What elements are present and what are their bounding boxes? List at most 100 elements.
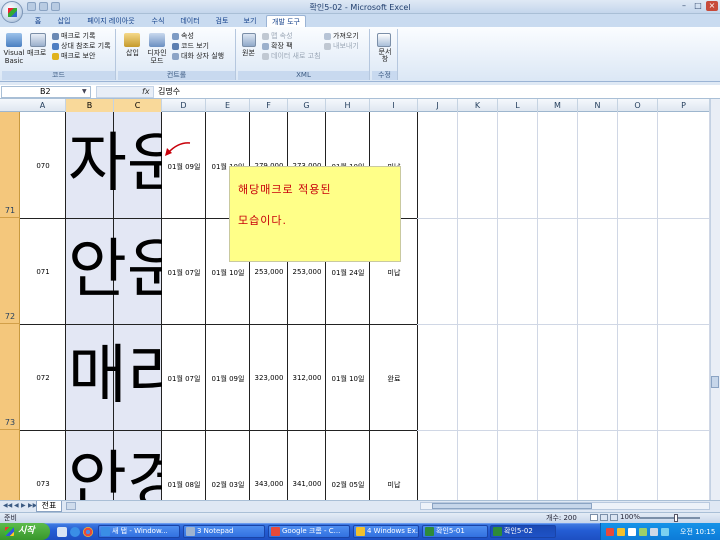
close-button[interactable]: ×	[706, 1, 718, 11]
row-header[interactable]: 73	[0, 324, 20, 430]
macro-security-button[interactable]: 매크로 보안	[61, 52, 95, 61]
horizontal-scroll-thumb[interactable]	[432, 503, 592, 509]
column-header-m[interactable]: M	[538, 99, 578, 112]
zoom-level[interactable]: 100%	[620, 513, 640, 521]
page-layout-view-icon[interactable]	[600, 514, 608, 521]
xml-source-button[interactable]: 원본	[242, 49, 255, 58]
row-header[interactable]: 72	[0, 218, 20, 324]
column-header-e[interactable]: E	[206, 99, 250, 112]
cell-id[interactable]: 072	[20, 374, 66, 382]
properties-button[interactable]: 속성	[181, 32, 194, 41]
undo-icon[interactable]	[39, 2, 48, 11]
cell-date-h[interactable]: 02월 05일	[326, 480, 370, 490]
column-header-c[interactable]: C	[114, 99, 162, 112]
tab-formulas[interactable]: 수식	[146, 15, 170, 27]
cell-name-large[interactable]: 안경	[68, 442, 162, 500]
cell-status-i[interactable]: 미납	[370, 268, 418, 278]
row-header[interactable]: 71	[0, 112, 20, 218]
map-properties-button[interactable]: 맵 속성	[271, 32, 293, 41]
taskbar-button[interactable]: 4 Windows Ex...	[353, 525, 419, 538]
zoom-slider[interactable]	[640, 517, 700, 519]
column-header-h[interactable]: H	[326, 99, 370, 112]
taskbar-button[interactable]: Google 크롬 - C...	[268, 525, 350, 538]
tab-page-layout[interactable]: 페이지 레이아웃	[80, 15, 142, 27]
import-button[interactable]: 가져오기	[333, 32, 359, 41]
cell-name-large[interactable]: 안운	[68, 230, 162, 310]
column-header-f[interactable]: F	[250, 99, 288, 112]
cell-amount-f[interactable]: 323,000	[250, 374, 288, 382]
tab-developer[interactable]: 개발 도구	[266, 15, 306, 27]
column-header-p[interactable]: P	[658, 99, 710, 112]
name-box[interactable]: B2	[1, 86, 91, 98]
tab-view[interactable]: 보기	[238, 15, 262, 27]
normal-view-icon[interactable]	[590, 514, 598, 521]
design-mode-button[interactable]: 디자인 모드	[146, 49, 168, 65]
cell-date-d[interactable]: 01월 07일	[162, 374, 206, 384]
tray-icon[interactable]	[650, 528, 658, 536]
record-macro-button[interactable]: 매크로 기록	[61, 32, 95, 41]
vertical-scrollbar[interactable]	[710, 99, 720, 500]
tray-icon[interactable]	[639, 528, 647, 536]
view-code-button[interactable]: 코드 보기	[181, 42, 209, 51]
cell-status-i[interactable]: 완료	[370, 374, 418, 384]
cell-name-large[interactable]: 자운	[68, 124, 162, 204]
column-header-b[interactable]: B	[66, 99, 114, 112]
vertical-scroll-thumb[interactable]	[711, 376, 719, 388]
column-header-l[interactable]: L	[498, 99, 538, 112]
run-dialog-button[interactable]: 대화 상자 실행	[181, 52, 224, 61]
cell-amount-g[interactable]: 312,000	[288, 374, 326, 382]
show-desktop-icon[interactable]	[57, 527, 67, 537]
column-header-k[interactable]: K	[458, 99, 498, 112]
cell-id[interactable]: 071	[20, 268, 66, 276]
taskbar-button[interactable]: 확인5-02	[490, 525, 556, 538]
cell-date-h[interactable]: 01월 24일	[326, 268, 370, 278]
cell-date-h[interactable]: 01월 10일	[326, 374, 370, 384]
first-sheet-icon[interactable]: ◀◀	[3, 502, 12, 509]
document-panel-button[interactable]: 문서 창	[375, 49, 395, 63]
ime-icon[interactable]	[628, 528, 636, 536]
relative-ref-button[interactable]: 상대 참조로 기록	[61, 42, 111, 51]
column-header-j[interactable]: J	[418, 99, 458, 112]
column-header-g[interactable]: G	[288, 99, 326, 112]
cell-amount-f[interactable]: 343,000	[250, 480, 288, 488]
cell-date-d[interactable]: 01월 08일	[162, 480, 206, 490]
column-header-a[interactable]: A	[20, 99, 66, 112]
network-icon[interactable]	[661, 528, 669, 536]
macro-button[interactable]: 매크로	[27, 49, 46, 58]
insert-control-button[interactable]: 삽입	[126, 49, 139, 58]
tab-data[interactable]: 데이터	[174, 15, 206, 27]
tray-icon[interactable]	[617, 528, 625, 536]
tab-home[interactable]: 홈	[28, 15, 48, 27]
maximize-button[interactable]: □	[692, 1, 704, 11]
column-header-o[interactable]: O	[618, 99, 658, 112]
tab-insert[interactable]: 삽입	[52, 15, 76, 27]
refresh-data-button[interactable]: 데이터 새로 고침	[271, 52, 321, 61]
cell-amount-g[interactable]: 341,000	[288, 480, 326, 488]
save-icon[interactable]	[27, 2, 36, 11]
expansion-packs-button[interactable]: 확장 팩	[271, 42, 293, 51]
cell-name-large[interactable]: 매리	[68, 336, 162, 416]
taskbar-button[interactable]: 새 탭 - Window...	[98, 525, 180, 538]
minimize-button[interactable]: –	[678, 1, 690, 11]
taskbar-button[interactable]: 확인5-01	[422, 525, 488, 538]
tab-review[interactable]: 검토	[210, 15, 234, 27]
cell-id[interactable]: 070	[20, 162, 66, 170]
sheet-tab[interactable]: 전표	[36, 501, 62, 512]
cell-amount-f[interactable]: 253,000	[250, 268, 288, 276]
cell-date-e[interactable]: 02월 03일	[206, 480, 250, 490]
cell-amount-g[interactable]: 253,000	[288, 268, 326, 276]
prev-sheet-icon[interactable]: ◀	[14, 502, 19, 509]
zoom-slider-knob[interactable]	[674, 514, 678, 522]
visual-basic-button[interactable]: Visual Basic	[3, 49, 25, 65]
cell-date-d[interactable]: 01월 07일	[162, 268, 206, 278]
cell-date-e[interactable]: 01월 09일	[206, 374, 250, 384]
ie-icon[interactable]	[70, 527, 80, 537]
column-header-d[interactable]: D	[162, 99, 206, 112]
column-header-i[interactable]: I	[370, 99, 418, 112]
chrome-icon[interactable]	[83, 527, 93, 537]
cell-id[interactable]: 073	[20, 480, 66, 488]
cell-status-i[interactable]: 미납	[370, 480, 418, 490]
tray-icon[interactable]	[606, 528, 614, 536]
insert-sheet-icon[interactable]	[66, 502, 76, 510]
redo-icon[interactable]	[51, 2, 60, 11]
